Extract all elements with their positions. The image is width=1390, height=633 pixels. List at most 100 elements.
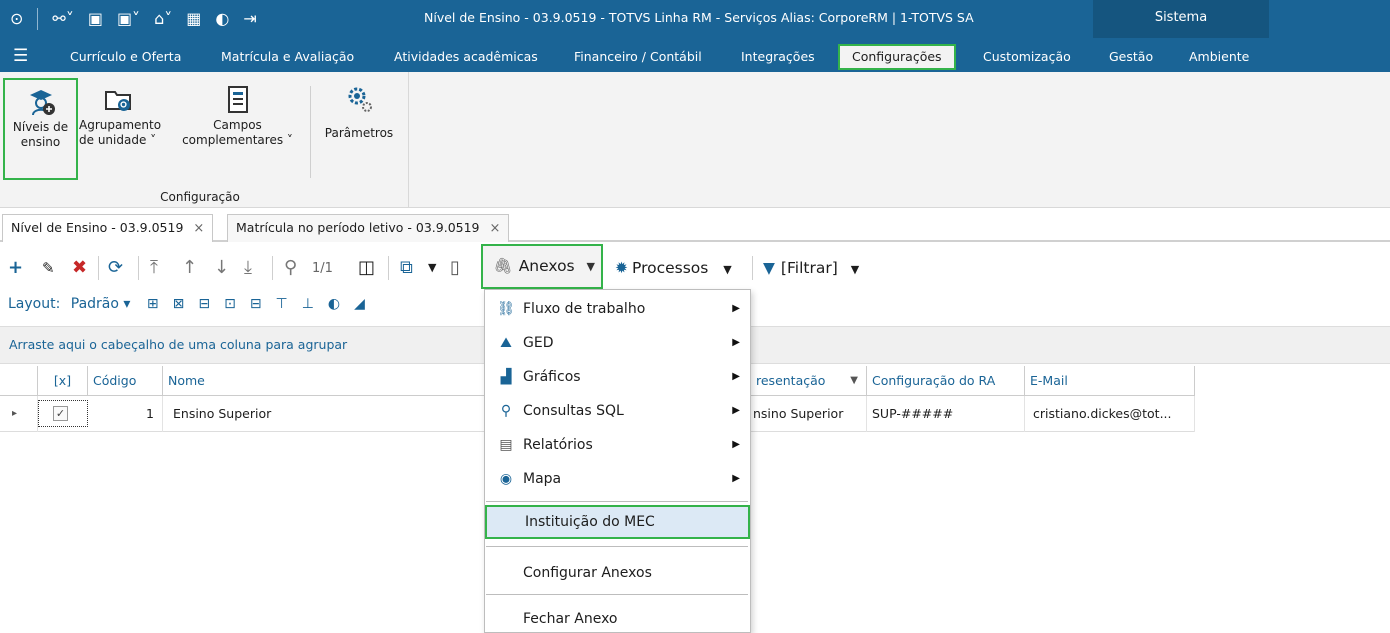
last-record-icon[interactable]: ⤓ xyxy=(244,256,252,280)
toolbar-separator xyxy=(138,256,139,280)
ribbon-separator xyxy=(310,86,311,178)
chart-icon: ▟ xyxy=(500,369,512,385)
submenu-arrow-icon: ▶ xyxy=(732,303,740,314)
search-icon[interactable]: ⚲ xyxy=(284,256,297,280)
menu-separator xyxy=(486,546,748,547)
campos-complementares-button[interactable]: Campos complementares ˅ xyxy=(175,84,300,148)
menu-customizacao[interactable]: Customização xyxy=(983,44,1071,70)
menu-item-consultas-sql[interactable]: ⚲ Consultas SQL ▶ xyxy=(485,394,750,428)
menu-atividades[interactable]: Atividades acadêmicas xyxy=(394,44,538,70)
sistema-label: Sistema xyxy=(1154,10,1208,25)
parametros-button[interactable]: Parâmetros xyxy=(318,84,400,141)
hierarchy-icon[interactable]: ⚯˅ xyxy=(52,9,73,29)
group-by-hint: Arraste aqui o cabeçalho de uma coluna p… xyxy=(9,337,348,352)
processos-label: Processos xyxy=(632,259,709,277)
export-dropdown-icon[interactable]: ▼ xyxy=(428,256,436,280)
menu-integracoes[interactable]: Integrações xyxy=(741,44,815,70)
menu-item-configurar-anexos[interactable]: Configurar Anexos xyxy=(485,556,750,590)
header-nome[interactable]: Nome xyxy=(163,366,485,396)
menu-item-label: Consultas SQL xyxy=(523,403,624,419)
menu-item-label: Relatórios xyxy=(523,437,593,453)
menu-ambiente[interactable]: Ambiente xyxy=(1189,44,1249,70)
header-apresentacao[interactable]: resentação ▼ xyxy=(751,366,867,396)
menu-item-relatorios[interactable]: ▤ Relatórios ▶ xyxy=(485,428,750,462)
niveis-ensino-button[interactable]: Níveis de ensino xyxy=(3,78,78,180)
tab-label: Matrícula no período letivo - 03.9.0519 xyxy=(236,220,480,235)
anexos-button[interactable]: 🖇 Anexos ▼ xyxy=(481,244,603,289)
layout-label: Layout: xyxy=(8,296,61,312)
chevron-down-icon[interactable]: ▼ xyxy=(587,246,595,287)
filtrar-label: [Filtrar] xyxy=(780,259,838,277)
toolbar-separator xyxy=(98,256,99,280)
exit-icon[interactable]: ⇥ xyxy=(243,9,256,29)
chevron-down-icon[interactable]: ▼ xyxy=(851,263,859,276)
checkbox[interactable]: ✓ xyxy=(53,406,68,421)
menu-curriculo[interactable]: Currículo e Oferta xyxy=(70,44,181,70)
previous-record-icon[interactable]: ↑ xyxy=(182,256,197,280)
close-icon[interactable]: × xyxy=(193,221,204,236)
window-icon[interactable]: ▣˅ xyxy=(117,9,140,29)
home-icon[interactable]: ⌂˅ xyxy=(154,9,172,29)
agrupamento-label-2: de unidade ˅ xyxy=(79,133,157,147)
filtrar-button[interactable]: ▼ [Filtrar] ▼ xyxy=(763,256,859,282)
sort-icon[interactable]: ▼ xyxy=(850,366,858,396)
refresh-icon[interactable]: ⟳ xyxy=(108,256,123,280)
cell-config-ra: SUP-##### xyxy=(867,396,1025,432)
globe-icon[interactable]: ◐ xyxy=(215,9,229,29)
export-icon[interactable]: ⧉ xyxy=(400,256,413,280)
menu-item-label: Fechar Anexo xyxy=(523,611,618,627)
columns-icon[interactable]: ◫ xyxy=(358,256,375,280)
delete-icon[interactable]: ✖ xyxy=(72,256,87,280)
document-icon[interactable]: ▯ xyxy=(450,256,460,280)
anexos-dropdown-menu: ⛓ Fluxo de trabalho ▶ ⛰ GED ▶ ▟ Gráficos ▶ ⚲ Co… xyxy=(484,289,751,633)
submenu-arrow-icon: ▶ xyxy=(732,337,740,348)
menu-item-graficos[interactable]: ▟ Gráficos ▶ xyxy=(485,360,750,394)
menu-item-ged[interactable]: ⛰ GED ▶ xyxy=(485,326,750,360)
menu-item-fluxo-trabalho[interactable]: ⛓ Fluxo de trabalho ▶ xyxy=(485,292,750,326)
app-menu-icon[interactable]: ⊙ xyxy=(10,9,23,29)
processos-button[interactable]: ✹ Processos ▼ xyxy=(615,256,732,282)
row-select-cell[interactable]: ✓ xyxy=(38,400,88,427)
map-pin-icon: ◉ xyxy=(499,471,513,487)
submenu-arrow-icon: ▶ xyxy=(732,473,740,484)
first-record-icon[interactable]: ⤒ xyxy=(150,256,158,280)
menu-configuracoes[interactable]: Configurações xyxy=(838,44,956,70)
layout-select[interactable]: Padrão ▾ xyxy=(71,296,131,312)
row-expand-icon[interactable]: ▸ xyxy=(0,396,38,432)
menu-item-instituicao-mec[interactable]: Instituição do MEC xyxy=(485,505,750,539)
calculator-icon[interactable]: ▦ xyxy=(186,9,201,29)
header-config-ra[interactable]: Configuração do RA xyxy=(867,366,1025,396)
menu-item-label: Mapa xyxy=(523,471,562,487)
header-email[interactable]: E-Mail xyxy=(1025,366,1195,396)
page-indicator: 1/1 xyxy=(312,261,333,276)
header-select[interactable]: [x] xyxy=(38,366,88,396)
tab-matricula-periodo[interactable]: Matrícula no período letivo - 03.9.0519 × xyxy=(227,214,510,242)
submenu-arrow-icon: ▶ xyxy=(732,405,740,416)
menu-logo-icon[interactable]: ☰ xyxy=(13,46,28,66)
menu-gestao[interactable]: Gestão xyxy=(1109,44,1153,70)
menu-item-mapa[interactable]: ◉ Mapa ▶ xyxy=(485,462,750,496)
main-menu: ☰ Currículo e Oferta Matrícula e Avaliaç… xyxy=(0,38,1390,72)
view-icon[interactable]: ▣ xyxy=(88,9,103,29)
submenu-arrow-icon: ▶ xyxy=(732,439,740,450)
tab-nivel-ensino[interactable]: Nível de Ensino - 03.9.0519 × xyxy=(2,214,214,242)
menu-item-fechar-anexo[interactable]: Fechar Anexo xyxy=(485,602,750,633)
menu-financeiro[interactable]: Financeiro / Contábil xyxy=(574,44,702,70)
graduate-icon xyxy=(29,90,55,116)
menu-matricula[interactable]: Matrícula e Avaliação xyxy=(221,44,354,70)
next-record-icon[interactable]: ↓ xyxy=(214,256,229,280)
menu-item-label: Instituição do MEC xyxy=(525,514,655,530)
ribbon-group-label: Configuração xyxy=(160,190,240,204)
add-icon[interactable]: + xyxy=(8,256,23,280)
layout-tools-icon[interactable]: ⊞⊠⊟⊡⊟⊤⊥◐◢ xyxy=(147,296,379,312)
edit-icon[interactable]: ✎ xyxy=(42,256,55,280)
chevron-down-icon[interactable]: ▼ xyxy=(723,263,731,276)
agrupamento-label-1: Agrupamento xyxy=(79,118,162,132)
toolbar-separator xyxy=(388,256,389,280)
menu-separator xyxy=(486,594,748,595)
close-icon[interactable]: × xyxy=(490,221,501,236)
agrupamento-unidade-button[interactable]: Agrupamento de unidade ˅ xyxy=(79,84,169,148)
header-codigo[interactable]: Código xyxy=(88,366,163,396)
filter-icon: ▼ xyxy=(763,259,775,277)
anexos-label: Anexos xyxy=(518,257,575,275)
